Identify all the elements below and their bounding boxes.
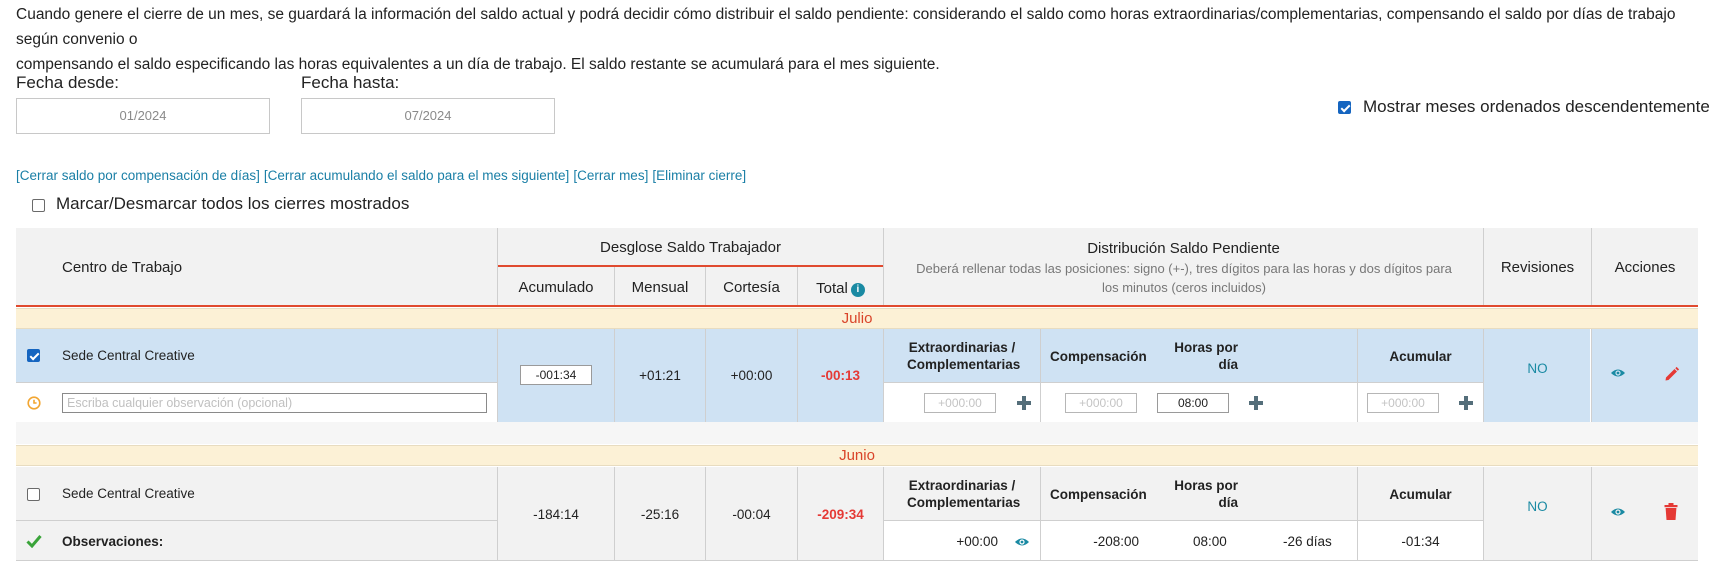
total-julio: -00:13 [820,368,861,383]
comp-days-junio: -26 días [1283,534,1332,549]
add-extra-plus-icon[interactable] [1017,396,1031,410]
col-extra-junio: Extraordinarias / Complementarias [907,478,1021,510]
accumulated-junio: -184:14 [533,507,579,522]
header-total-label: Total [816,280,848,297]
col-hours-per-day-julio: Horas por día [1174,340,1238,372]
header-courtesy: Cortesía [723,279,780,296]
accumulate-input-julio[interactable]: +000:00 [1367,393,1439,413]
monthly-julio: +01:21 [639,368,681,383]
month-band-julio: Julio [16,308,1698,329]
date-from-input[interactable]: 01/2024 [16,98,270,134]
add-accumulate-plus-icon[interactable] [1459,396,1473,410]
courtesy-junio: -00:04 [732,507,771,522]
pencil-icon[interactable] [1664,366,1680,382]
header-accumulated: Acumulado [518,279,594,296]
close-accumulate-link[interactable]: [Cerrar acumulando el saldo para el mes … [264,168,569,183]
header-distribution: Distribución Saldo Pendiente [1087,240,1280,257]
eye-icon[interactable] [1610,367,1626,379]
col-hours-per-day-junio: Horas por día [1174,478,1238,510]
sort-desc-label: Mostrar meses ordenados descendentemente [1363,97,1710,116]
header-total: Total i [798,280,883,297]
date-from-label: Fecha desde: [16,73,120,92]
reviews-junio: NO [1527,499,1548,514]
sort-desc-checkbox[interactable] [1338,101,1351,114]
reviews-julio: NO [1527,361,1548,376]
intro-text: Cuando genere el cierre de un mes, se gu… [16,2,1696,77]
comp-input-julio[interactable]: +000:00 [1065,393,1137,413]
center-name-julio: Sede Central Creative [62,348,195,363]
delete-close-link[interactable]: [Eliminar cierre] [652,168,746,183]
month-band-junio: Junio [16,445,1698,466]
date-to-input[interactable]: 07/2024 [301,98,555,134]
col-extra-julio: Extraordinarias / Complementarias [907,340,1021,372]
observation-input-julio[interactable]: Escriba cualquier observación (opcional) [62,393,487,413]
intro-line-2: compensando el saldo especificando las h… [16,56,940,73]
courtesy-julio: +00:00 [730,368,773,383]
intro-line-1: Cuando genere el cierre de un mes, se gu… [16,6,1676,48]
toggle-all-checkbox[interactable] [32,199,45,212]
observations-label-junio: Observaciones: [62,534,164,549]
hours-per-day-junio: 08:00 [1193,534,1227,549]
trash-icon[interactable] [1664,503,1678,520]
eye-icon[interactable] [1610,506,1626,518]
hours-per-day-input-julio[interactable]: 08:00 [1157,393,1229,413]
comp-junio: -208:00 [1093,534,1139,549]
eye-icon[interactable] [1014,536,1030,548]
close-month-link[interactable]: [Cerrar mes] [573,168,648,183]
col-accumulate-junio: Acumular [1389,487,1452,502]
bulk-actions: [Cerrar saldo por compensación de días] [… [16,168,750,183]
check-icon [26,535,42,548]
date-to-label: Fecha hasta: [301,73,400,92]
row-checkbox-junio[interactable] [27,488,40,501]
col-comp-junio: Compensación [1050,487,1147,502]
center-name-junio: Sede Central Creative [62,486,195,501]
clock-icon [27,396,41,410]
distribution-note: Deberá rellenar todas las posiciones: si… [916,261,1452,295]
close-compensation-link[interactable]: [Cerrar saldo por compensación de días] [16,168,260,183]
accumulate-junio: -01:34 [1401,534,1440,549]
row-checkbox-julio[interactable] [27,349,40,362]
toggle-all-label: Marcar/Desmarcar todos los cierres mostr… [56,194,410,213]
col-accumulate-julio: Acumular [1389,349,1452,364]
header-breakdown: Desglose Saldo Trabajador [600,239,781,256]
header-actions: Acciones [1614,259,1676,276]
header-monthly: Mensual [631,279,689,296]
add-comp-plus-icon[interactable] [1249,396,1263,410]
header-reviews: Revisiones [1500,259,1575,276]
header-work-center: Centro de Trabajo [62,259,183,276]
total-junio: -209:34 [817,507,864,522]
info-icon[interactable]: i [850,283,865,297]
extra-junio: +00:00 [956,534,998,549]
accumulated-input-julio[interactable]: -001:34 [520,365,592,385]
monthly-junio: -25:16 [640,507,680,522]
extra-input-julio[interactable]: +000:00 [924,393,996,413]
col-comp-julio: Compensación [1050,349,1147,364]
